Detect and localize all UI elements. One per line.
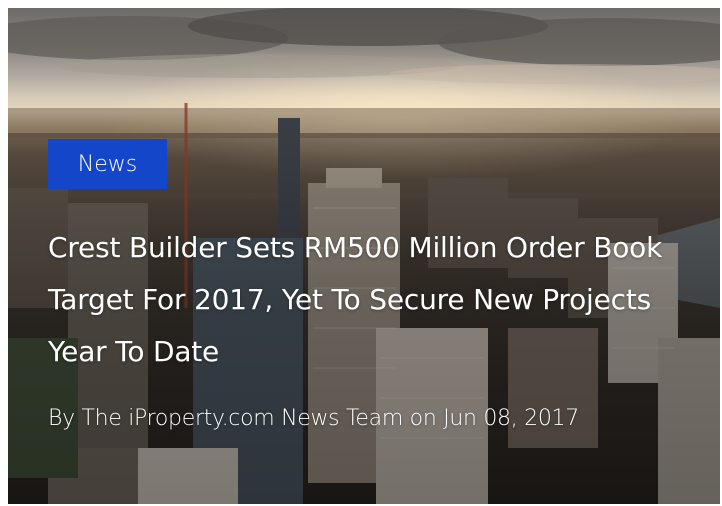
byline-prefix: By [48, 406, 82, 431]
article-title[interactable]: Crest Builder Sets RM500 Million Order B… [48, 222, 688, 378]
category-badge[interactable]: News [48, 139, 167, 189]
publish-date: Jun 08, 2017 [443, 406, 579, 431]
byline-separator: on [402, 406, 444, 431]
author-link[interactable]: The iProperty.com News Team [82, 406, 404, 431]
article-byline: By The iProperty.com News Team on Jun 08… [48, 404, 708, 434]
article-hero-card[interactable]: News Crest Builder Sets RM500 Million Or… [8, 8, 720, 504]
category-badge-label: News [77, 151, 138, 177]
